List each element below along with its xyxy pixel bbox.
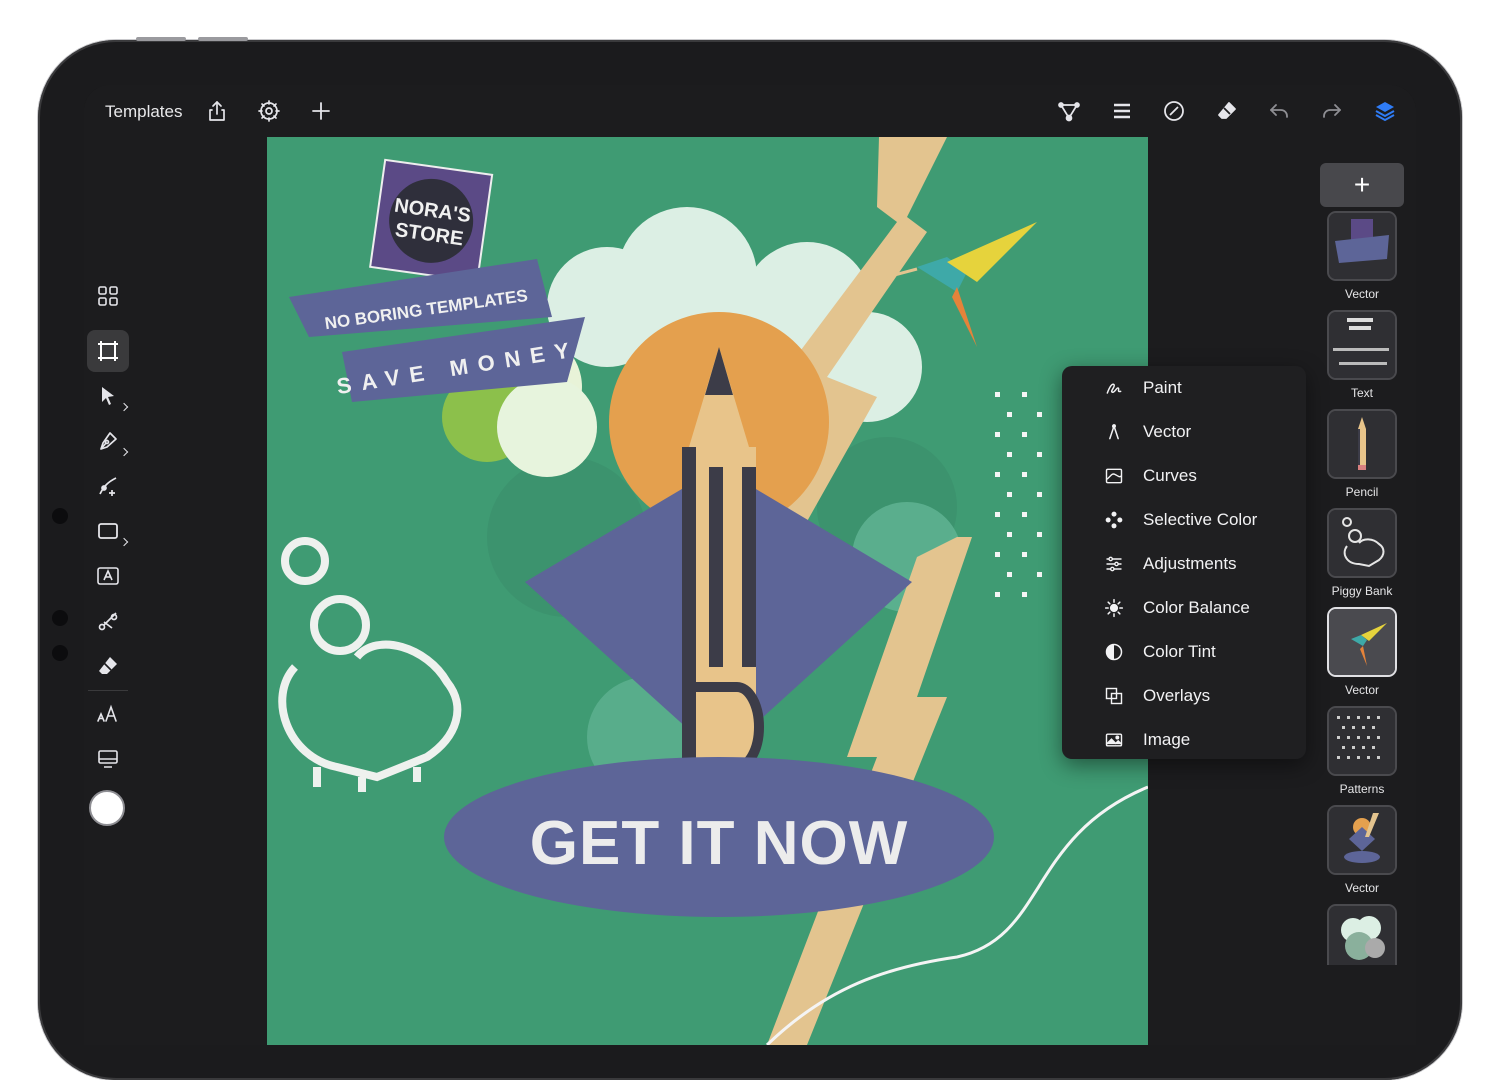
layer-thumbnail [1327, 310, 1397, 380]
rectangle-icon[interactable] [87, 510, 129, 552]
text-frame-icon[interactable] [87, 555, 129, 597]
sun-icon [1102, 596, 1126, 620]
plus-icon[interactable] [306, 96, 336, 126]
redo-icon[interactable] [1317, 96, 1347, 126]
side-sensor [52, 610, 68, 626]
side-sensor [52, 508, 68, 524]
font-size-icon[interactable] [87, 693, 129, 735]
scissors-icon[interactable] [87, 600, 129, 642]
volume-button [198, 37, 248, 41]
layer-item-selected[interactable]: Vector [1320, 607, 1404, 697]
undo-icon[interactable] [1264, 96, 1294, 126]
layers-panel: + Vector Text Pencil Piggy Bank Vector P… [1320, 163, 1406, 965]
add-layer-menu: Paint Vector Curves Selective Color Adju… [1062, 366, 1306, 759]
artwork: GET IT NOW NORA'S STORE NO BORING TEMPLA… [267, 137, 1148, 1045]
tools-sidebar [84, 275, 130, 835]
layer-item[interactable]: Piggy Bank [1320, 508, 1404, 598]
selective-color-icon [1102, 508, 1126, 532]
menu-icon[interactable] [1107, 96, 1137, 126]
app-screen: Templates GET IT NOW NORA'S STORE NO BOR… [84, 85, 1416, 1045]
menu-item-selective-color[interactable]: Selective Color [1062, 498, 1306, 542]
layer-item[interactable]: Pencil [1320, 409, 1404, 499]
node-icon[interactable] [1054, 96, 1084, 126]
layer-item[interactable]: Vector [1320, 211, 1404, 301]
sliders-icon [1102, 552, 1126, 576]
image-icon [1102, 728, 1126, 752]
tool-divider [88, 690, 128, 691]
layer-thumbnail [1327, 904, 1397, 965]
side-sensor [52, 645, 68, 661]
layer-thumbnail [1327, 607, 1397, 677]
menu-item-curves[interactable]: Curves [1062, 454, 1306, 498]
no-entry-icon[interactable] [1159, 96, 1189, 126]
layer-item[interactable]: Patterns [1320, 706, 1404, 796]
eraser-icon[interactable] [87, 645, 129, 687]
layer-thumbnail [1327, 805, 1397, 875]
settings-icon[interactable] [254, 96, 284, 126]
share-icon[interactable] [202, 96, 232, 126]
grid-icon[interactable] [87, 275, 129, 317]
crop-icon[interactable] [87, 330, 129, 372]
eraser-icon[interactable] [1212, 96, 1242, 126]
document-canvas[interactable]: GET IT NOW NORA'S STORE NO BORING TEMPLA… [267, 137, 1148, 1045]
menu-item-color-balance[interactable]: Color Balance [1062, 586, 1306, 630]
menu-item-image[interactable]: Image [1062, 718, 1306, 762]
layer-thumbnail [1327, 409, 1397, 479]
pen-nib-icon [1102, 420, 1126, 444]
add-layer-button[interactable]: + [1320, 163, 1404, 207]
menu-item-paint[interactable]: Paint [1062, 366, 1306, 410]
menu-item-overlays[interactable]: Overlays [1062, 674, 1306, 718]
layer-thumbnail [1327, 211, 1397, 281]
menu-item-adjustments[interactable]: Adjustments [1062, 542, 1306, 586]
brush-icon [1102, 376, 1126, 400]
pen-icon[interactable] [87, 420, 129, 462]
menu-item-color-tint[interactable]: Color Tint [1062, 630, 1306, 674]
curves-icon [1102, 464, 1126, 488]
color-picker[interactable] [89, 790, 125, 826]
layer-item[interactable] [1320, 904, 1404, 965]
layers-icon[interactable] [1370, 96, 1400, 126]
templates-button[interactable]: Templates [105, 102, 182, 122]
pointer-icon[interactable] [87, 375, 129, 417]
layer-thumbnail [1327, 508, 1397, 578]
layer-item[interactable]: Text [1320, 310, 1404, 400]
top-toolbar: Templates [84, 85, 1416, 137]
layer-item[interactable]: Vector [1320, 805, 1404, 895]
screen-icon[interactable] [87, 738, 129, 780]
half-circle-icon [1102, 640, 1126, 664]
menu-item-vector[interactable]: Vector [1062, 410, 1306, 454]
overlays-icon [1102, 684, 1126, 708]
volume-button [136, 37, 186, 41]
layer-thumbnail [1327, 706, 1397, 776]
store-badge: NORA'S STORE [369, 158, 494, 283]
cta-text: GET IT NOW [530, 809, 909, 878]
node-add-icon[interactable] [87, 465, 129, 507]
